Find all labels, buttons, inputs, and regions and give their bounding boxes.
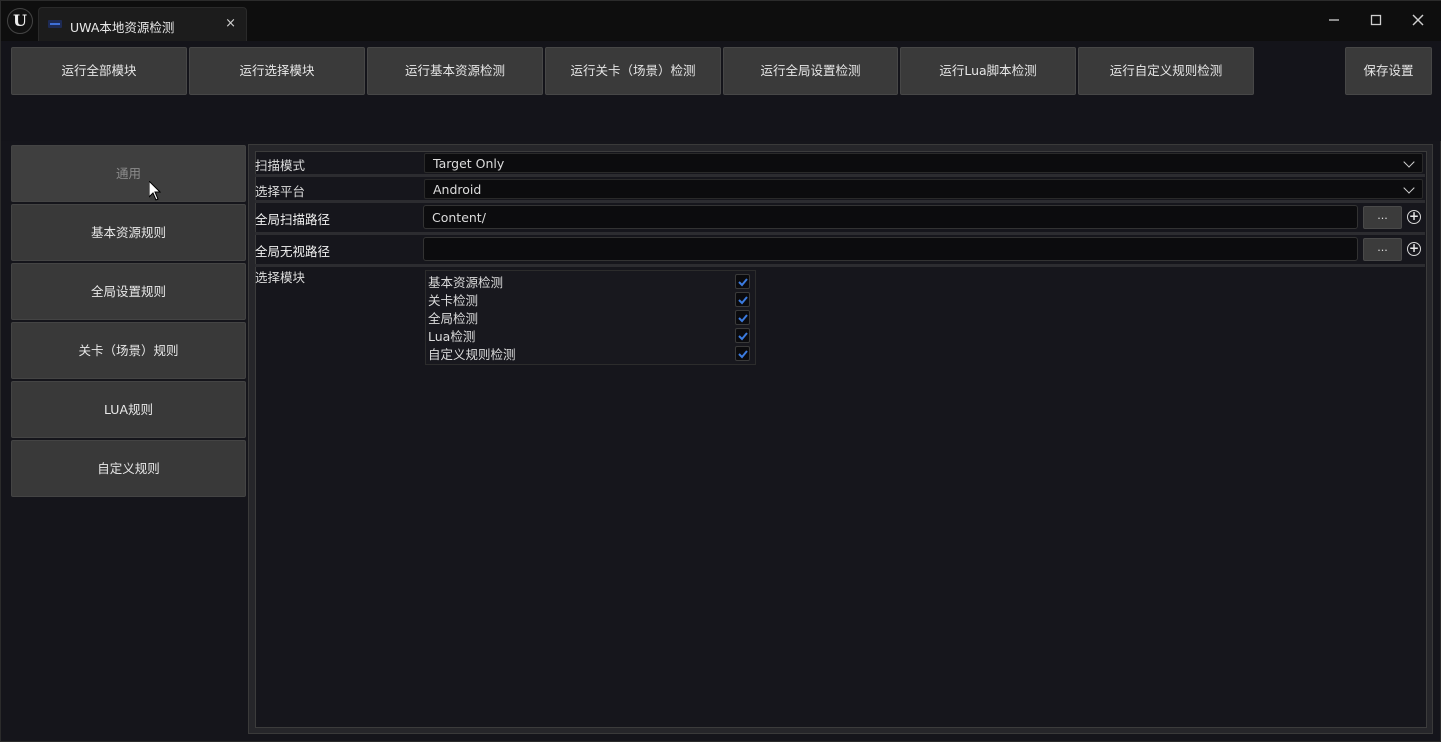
row-divider bbox=[255, 200, 1425, 203]
run-global-settings-check-button[interactable]: 运行全局设置检测 bbox=[723, 47, 898, 95]
ignore-path-input[interactable] bbox=[423, 237, 1358, 261]
scan-path-input[interactable]: Content/ bbox=[423, 205, 1358, 229]
sidebar-item-general[interactable]: 通用 bbox=[11, 145, 246, 202]
checkmark-icon bbox=[738, 296, 748, 305]
module-level-label: 关卡检测 bbox=[428, 293, 479, 308]
close-window-button[interactable] bbox=[1407, 10, 1429, 32]
run-lua-check-button[interactable]: 运行Lua脚本检测 bbox=[900, 47, 1076, 95]
chevron-down-icon bbox=[1403, 156, 1415, 168]
scan-path-browse-button[interactable]: ... bbox=[1363, 206, 1402, 229]
module-basic-asset-checkbox[interactable] bbox=[735, 274, 750, 289]
tab-title: UWA本地资源检测 bbox=[70, 20, 175, 35]
sidebar-item-custom-rules[interactable]: 自定义规则 bbox=[11, 440, 246, 497]
platform-value: Android bbox=[433, 182, 482, 197]
ignore-path-browse-button[interactable]: ... bbox=[1363, 238, 1402, 261]
platform-label: 选择平台 bbox=[255, 184, 306, 199]
scan-mode-label: 扫描模式 bbox=[255, 158, 306, 173]
title-bar: U UWA本地资源检测 × bbox=[1, 1, 1441, 41]
module-custom-rules-label: 自定义规则检测 bbox=[428, 347, 516, 362]
run-all-modules-button[interactable]: 运行全部模块 bbox=[11, 47, 187, 95]
module-level-checkbox[interactable] bbox=[735, 292, 750, 307]
sidebar-item-lua-rules[interactable]: LUA规则 bbox=[11, 381, 246, 438]
minimize-button[interactable] bbox=[1323, 10, 1345, 32]
minimize-icon bbox=[1329, 19, 1339, 21]
maximize-icon bbox=[1370, 14, 1382, 26]
add-ignore-path-icon[interactable]: + bbox=[1407, 242, 1421, 256]
scan-path-value: Content/ bbox=[432, 210, 486, 225]
row-divider bbox=[255, 264, 1425, 267]
run-custom-rules-check-button[interactable]: 运行自定义规则检测 bbox=[1078, 47, 1254, 95]
checkmark-icon bbox=[738, 350, 748, 359]
unreal-logo-icon: U bbox=[7, 8, 33, 34]
sidebar-item-basic-asset-rules[interactable]: 基本资源规则 bbox=[11, 204, 246, 261]
checkmark-icon bbox=[738, 314, 748, 323]
sidebar-item-level-rules[interactable]: 关卡（场景）规则 bbox=[11, 322, 246, 379]
close-icon bbox=[1412, 14, 1424, 26]
uwa-tab-icon bbox=[48, 20, 62, 28]
platform-dropdown[interactable]: Android bbox=[424, 179, 1423, 199]
modules-list: 基本资源检测 关卡检测 全局检测 Lua检测 自定义规则检测 bbox=[425, 270, 756, 365]
app-window: U UWA本地资源检测 × 运行全部模块 运行选择模块 运行基本资源检测 运行关… bbox=[0, 0, 1441, 742]
sidebar-item-global-settings-rules[interactable]: 全局设置规则 bbox=[11, 263, 246, 320]
maximize-button[interactable] bbox=[1365, 10, 1387, 32]
ignore-path-label: 全局无视路径 bbox=[255, 244, 331, 259]
row-divider bbox=[255, 174, 1425, 177]
module-custom-rules-checkbox[interactable] bbox=[735, 346, 750, 361]
save-settings-button[interactable]: 保存设置 bbox=[1345, 47, 1432, 95]
module-lua-label: Lua检测 bbox=[428, 329, 476, 344]
checkmark-icon bbox=[738, 332, 748, 341]
modules-label: 选择模块 bbox=[255, 270, 306, 285]
scan-path-label: 全局扫描路径 bbox=[255, 212, 331, 227]
module-global-label: 全局检测 bbox=[428, 311, 479, 326]
scan-mode-dropdown[interactable]: Target Only bbox=[424, 153, 1423, 173]
run-level-check-button[interactable]: 运行关卡（场景）检测 bbox=[545, 47, 721, 95]
mouse-cursor-icon bbox=[149, 181, 161, 201]
add-scan-path-icon[interactable]: + bbox=[1407, 210, 1421, 224]
module-lua-checkbox[interactable] bbox=[735, 328, 750, 343]
run-basic-asset-check-button[interactable]: 运行基本资源检测 bbox=[367, 47, 543, 95]
document-tab[interactable]: UWA本地资源检测 × bbox=[38, 7, 247, 41]
run-selected-modules-button[interactable]: 运行选择模块 bbox=[189, 47, 365, 95]
toolbar: 运行全部模块 运行选择模块 运行基本资源检测 运行关卡（场景）检测 运行全局设置… bbox=[1, 41, 1441, 141]
tab-close-icon[interactable]: × bbox=[225, 16, 236, 31]
row-divider bbox=[255, 232, 1425, 235]
scan-mode-value: Target Only bbox=[433, 156, 505, 171]
module-basic-asset-label: 基本资源检测 bbox=[428, 275, 504, 290]
module-global-checkbox[interactable] bbox=[735, 310, 750, 325]
checkmark-icon bbox=[738, 278, 748, 287]
chevron-down-icon bbox=[1403, 182, 1415, 194]
